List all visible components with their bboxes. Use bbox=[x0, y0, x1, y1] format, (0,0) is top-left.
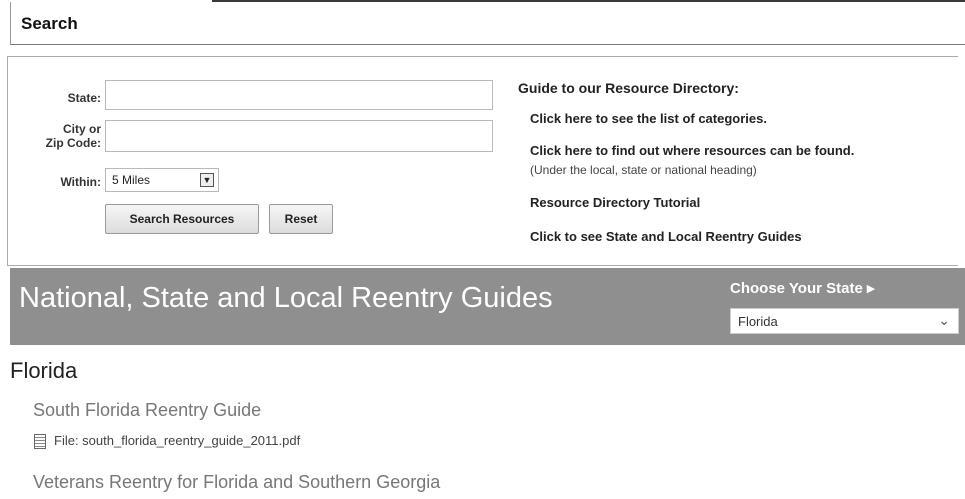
file-name: File: south_florida_reentry_guide_2011.p… bbox=[54, 433, 301, 448]
state-select[interactable]: Florida ⌄ bbox=[730, 308, 959, 334]
search-title: Search bbox=[21, 14, 78, 33]
file-attachment[interactable]: File: south_florida_reentry_guide_2011.p… bbox=[34, 433, 301, 450]
city-label-line2: Zip Code: bbox=[45, 136, 101, 150]
search-resources-button[interactable]: Search Resources bbox=[105, 204, 259, 234]
search-header: Search bbox=[10, 2, 965, 45]
chevron-down-icon: ⌄ bbox=[938, 312, 950, 328]
reentry-guides-banner: National, State and Local Reentry Guides… bbox=[10, 268, 965, 345]
categories-link[interactable]: Click here to see the list of categories… bbox=[530, 111, 767, 126]
within-select[interactable]: 5 Miles ▼ bbox=[105, 168, 219, 192]
state-label: State: bbox=[67, 91, 101, 105]
state-select-value: Florida bbox=[738, 314, 778, 329]
dropdown-arrow-icon: ▼ bbox=[200, 173, 214, 187]
guide-title: Guide to our Resource Directory: bbox=[518, 80, 739, 96]
state-heading: Florida bbox=[10, 358, 78, 383]
guide-note: (Under the local, state or national head… bbox=[530, 163, 757, 177]
tutorial-link[interactable]: Resource Directory Tutorial bbox=[530, 195, 700, 210]
city-zip-input[interactable] bbox=[105, 120, 493, 152]
within-value: 5 Miles bbox=[112, 173, 151, 187]
state-input[interactable] bbox=[105, 80, 493, 110]
choose-state-label: Choose Your State ▸ bbox=[730, 280, 875, 297]
within-label: Within: bbox=[60, 175, 101, 189]
document-icon bbox=[34, 434, 46, 450]
where-resources-link[interactable]: Click here to find out where resources c… bbox=[530, 143, 854, 158]
banner-heading: National, State and Local Reentry Guides bbox=[19, 282, 553, 314]
city-label-line1: City or bbox=[62, 122, 101, 136]
reset-button[interactable]: Reset bbox=[269, 204, 333, 234]
state-local-guides-link[interactable]: Click to see State and Local Reentry Gui… bbox=[530, 229, 802, 244]
resource-title-link[interactable]: Veterans Reentry for Florida and Souther… bbox=[33, 472, 440, 493]
resource-title-link[interactable]: South Florida Reentry Guide bbox=[33, 400, 261, 421]
